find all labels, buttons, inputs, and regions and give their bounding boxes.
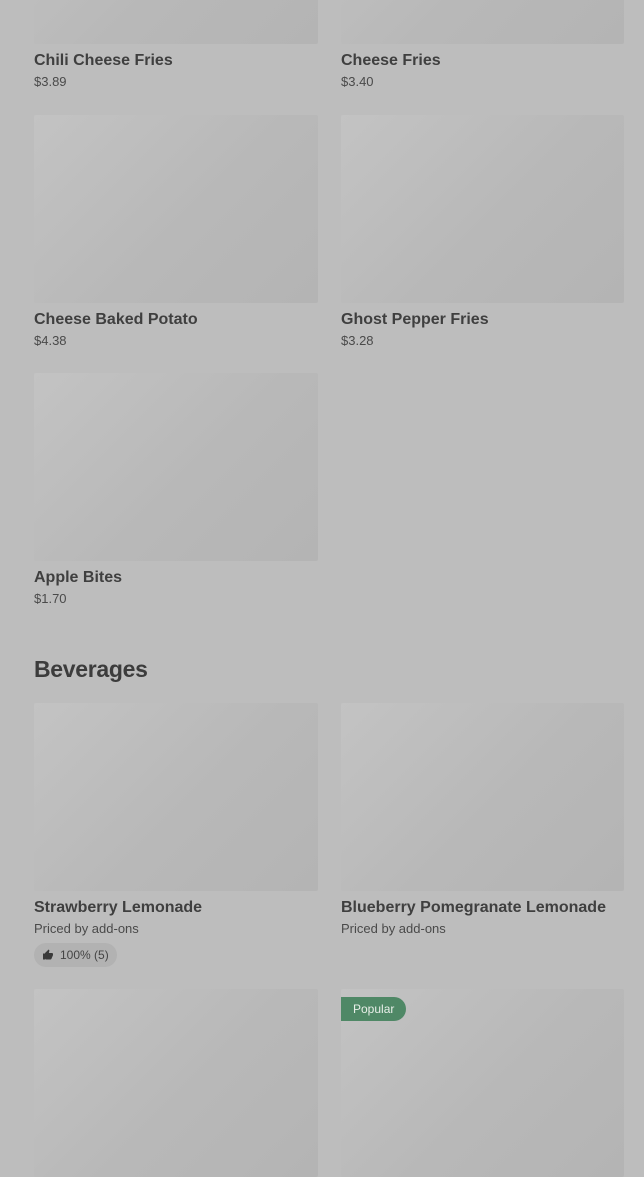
item-price: $4.38 xyxy=(34,333,67,348)
rating-badge: 100% (5) xyxy=(34,943,117,967)
menu-item-card[interactable]: Cheese Baked Potato $4.38 xyxy=(34,115,318,349)
item-name: Chili Cheese Fries xyxy=(34,52,173,69)
item-name: Apple Bites xyxy=(34,569,123,586)
item-price: $3.89 xyxy=(34,74,67,89)
item-image[interactable] xyxy=(341,0,624,44)
item-name: Ghost Pepper Fries xyxy=(341,311,489,328)
menu-item-card[interactable]: Ghost Pepper Fries $3.28 xyxy=(341,115,624,349)
thumbs-up-icon xyxy=(43,949,53,960)
item-image[interactable] xyxy=(34,0,318,44)
item-price: Priced by add-ons xyxy=(34,921,139,936)
item-name: Blueberry Pomegranate Lemonade xyxy=(341,899,606,916)
menu-item-card[interactable]: Apple Bites $1.70 xyxy=(34,373,318,607)
item-price: $3.40 xyxy=(341,74,374,89)
item-image[interactable] xyxy=(341,115,624,303)
item-image[interactable] xyxy=(34,115,318,303)
menu-item-card[interactable]: Blueberry Pomegranate Lemonade Priced by… xyxy=(341,703,624,937)
item-price: $1.70 xyxy=(34,591,67,606)
item-name: Cheese Fries xyxy=(341,52,441,69)
item-image[interactable] xyxy=(34,373,318,561)
item-price: $3.28 xyxy=(341,333,374,348)
item-image[interactable] xyxy=(34,703,318,891)
menu-item-card[interactable]: Popular xyxy=(341,989,624,1177)
menu-item-card[interactable] xyxy=(34,989,318,1177)
item-name: Strawberry Lemonade xyxy=(34,899,203,916)
item-image[interactable] xyxy=(34,989,318,1177)
rating-text: 100% (5) xyxy=(60,948,109,962)
menu-item-card[interactable]: Cheese Fries $3.40 xyxy=(341,0,624,90)
section-title-beverages: Beverages xyxy=(34,656,148,682)
item-price: Priced by add-ons xyxy=(341,921,446,936)
menu-item-card[interactable]: Strawberry Lemonade Priced by add-ons 10… xyxy=(34,703,318,967)
menu-item-card[interactable]: Chili Cheese Fries $3.89 xyxy=(34,0,318,90)
item-name: Cheese Baked Potato xyxy=(34,311,198,328)
item-image[interactable] xyxy=(341,703,624,891)
popular-badge: Popular xyxy=(341,997,407,1021)
